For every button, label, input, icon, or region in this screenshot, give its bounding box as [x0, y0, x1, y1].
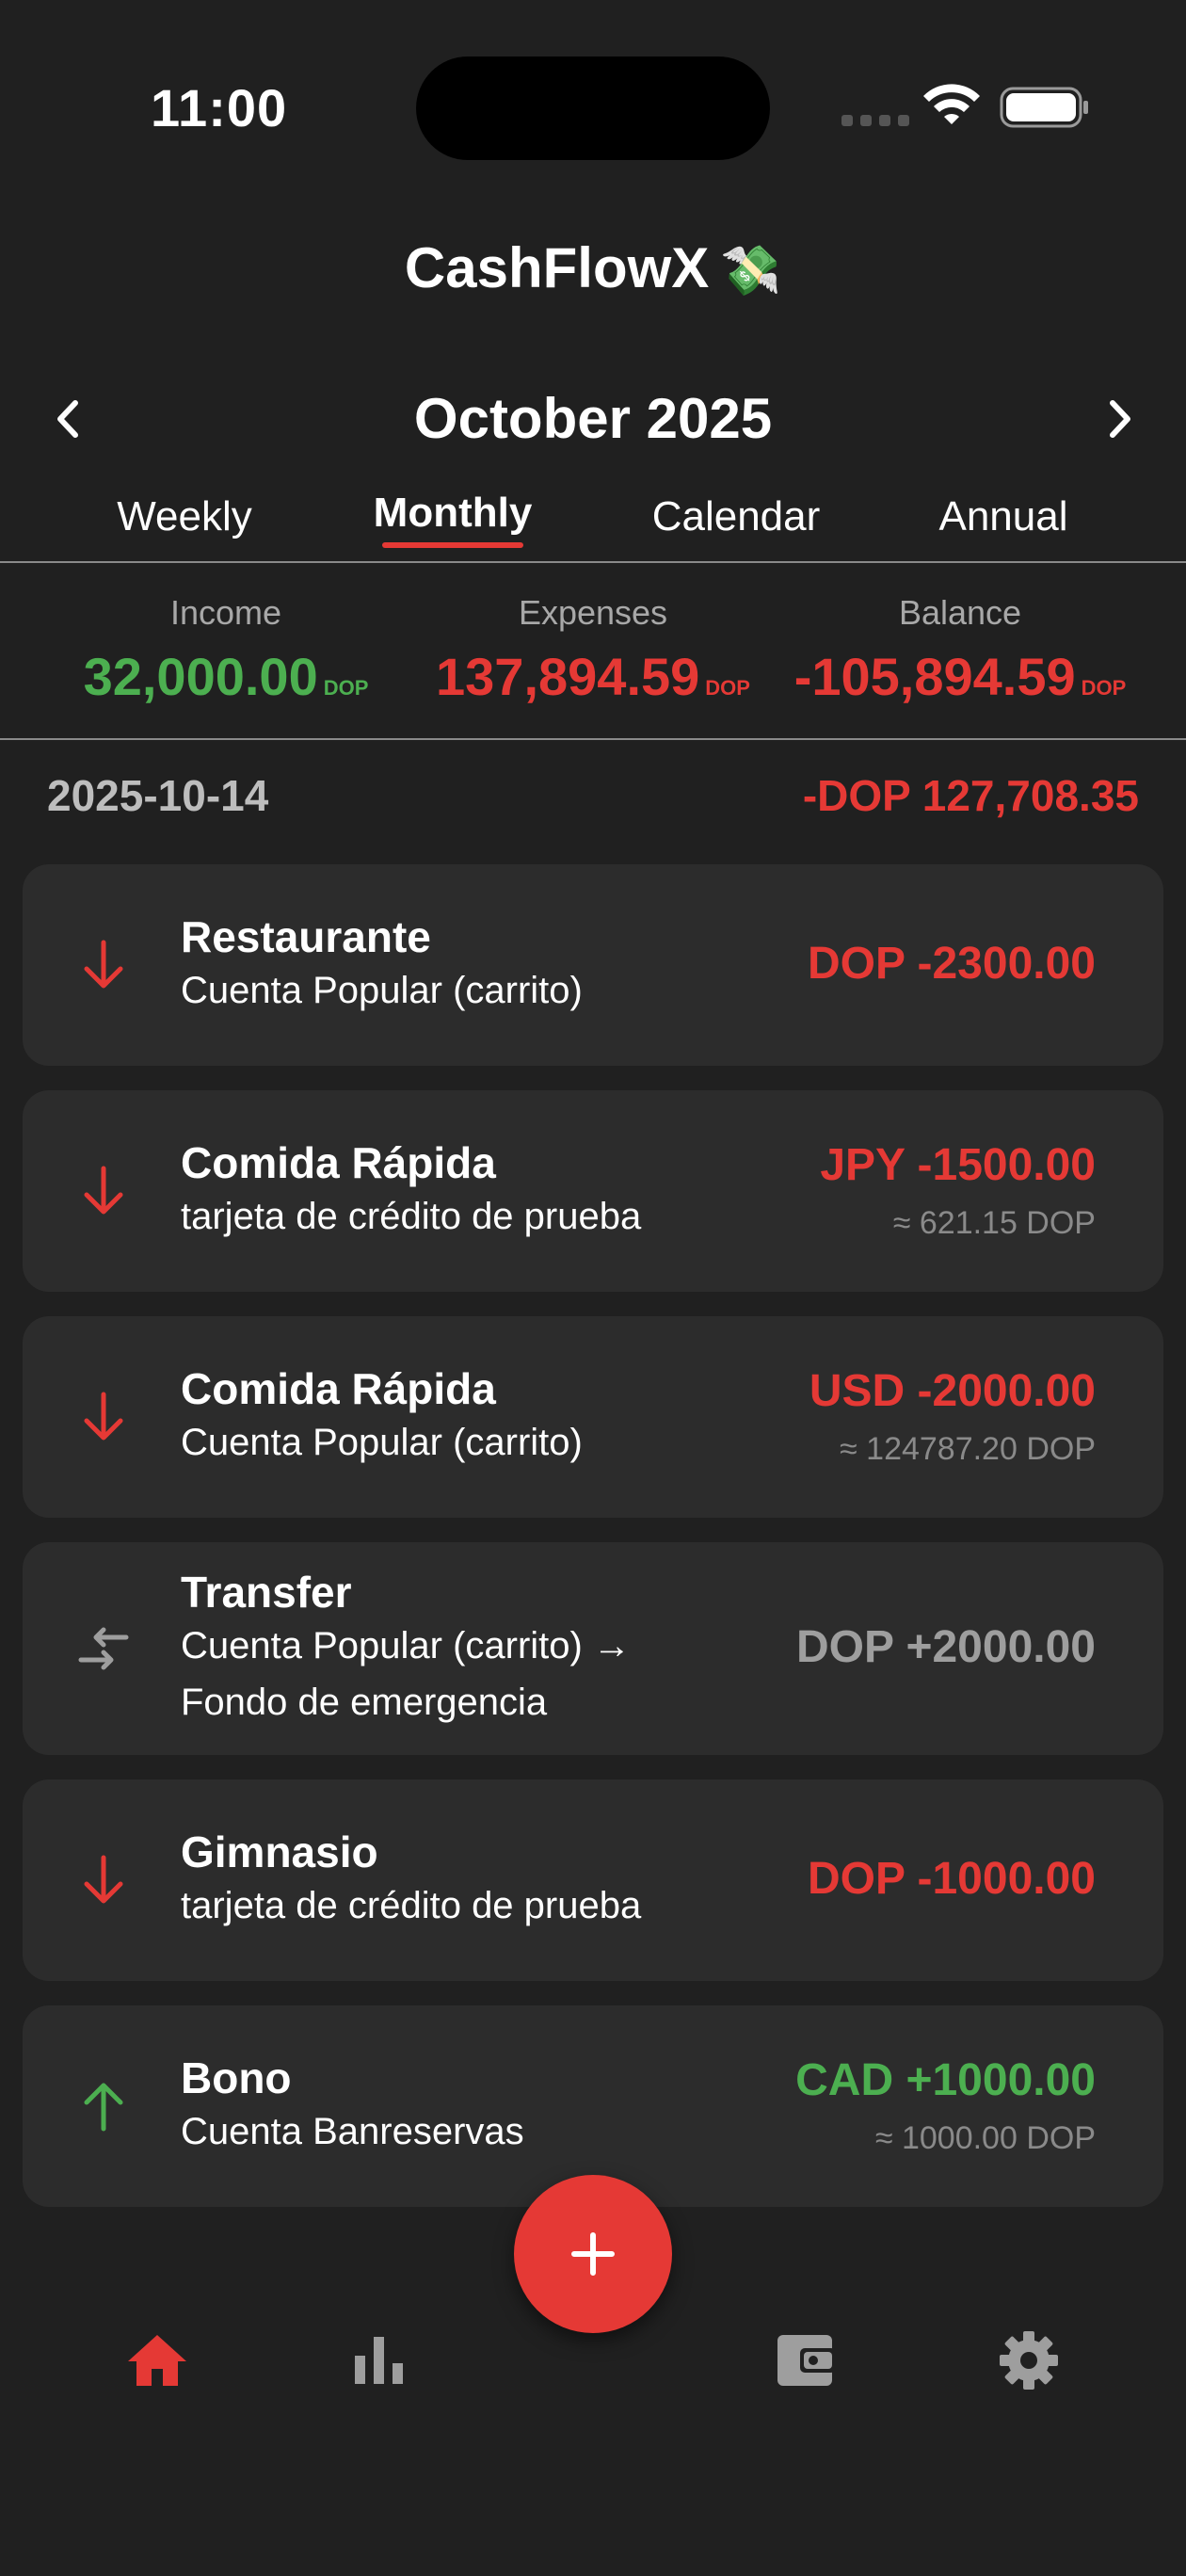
transaction-converted-amount: ≈ 1000.00 DOP — [874, 2120, 1096, 2156]
arrow-up-icon — [84, 2083, 123, 2132]
bar-chart-icon[interactable] — [346, 2327, 412, 2393]
balance-label: Balance — [898, 593, 1022, 632]
transfer-arrows-icon — [78, 1627, 129, 1670]
income-label: Income — [169, 593, 282, 632]
transaction-title: Restaurante — [181, 912, 431, 961]
transaction-source-account: Cuenta Popular (carrito) → — [181, 1625, 631, 1666]
transaction-destination-account: Fondo de emergencia — [181, 1682, 548, 1723]
summary-income: Income 32,000.00 DOP — [28, 593, 424, 707]
arrow-down-icon — [84, 1392, 123, 1441]
expenses-label: Expenses — [518, 593, 668, 632]
transaction-title: Comida Rápida — [181, 1364, 496, 1413]
transaction-account: tarjeta de crédito de prueba — [181, 1885, 642, 1926]
summary-balance: Balance -105,894.59 DOP — [762, 593, 1158, 707]
transaction-converted-amount: ≈ 124787.20 DOP — [840, 1431, 1096, 1467]
transaction-account: tarjeta de crédito de prueba — [181, 1196, 642, 1237]
income-currency: DOP — [323, 676, 369, 700]
balance-amount: -105,894.59 — [793, 647, 1076, 706]
transaction-card[interactable]: Restaurante Cuenta Popular (carrito) DOP… — [23, 864, 1163, 1066]
dynamic-island — [416, 56, 770, 160]
battery-icon — [1000, 87, 1088, 128]
chevron-right-icon[interactable] — [1101, 395, 1139, 443]
transaction-amount: USD -2000.00 — [809, 1366, 1096, 1416]
transaction-account: Cuenta Popular (carrito) — [181, 1422, 583, 1463]
status-time: 11:00 — [151, 78, 288, 137]
tab-weekly[interactable]: Weekly — [90, 493, 279, 540]
income-amount: 32,000.00 — [83, 647, 318, 706]
expenses-amount: 137,894.59 — [436, 647, 700, 706]
transaction-amount: DOP +2000.00 — [795, 1622, 1096, 1672]
month-navigator: October 2025 — [0, 377, 1186, 461]
chevron-left-icon[interactable] — [49, 395, 87, 443]
arrow-down-icon — [84, 1166, 123, 1215]
arrow-down-icon — [84, 940, 123, 989]
month-label: October 2025 — [413, 387, 773, 450]
expenses-currency: DOP — [705, 676, 750, 700]
balance-currency: DOP — [1081, 676, 1127, 700]
app-title-text: CashFlowX — [404, 236, 710, 299]
transaction-title: Transfer — [181, 1568, 352, 1617]
transaction-title: Comida Rápida — [181, 1138, 496, 1187]
period-tabs: Weekly Monthly Calendar Annual — [0, 480, 1186, 563]
transaction-title: Gimnasio — [181, 1827, 378, 1876]
tab-annual[interactable]: Annual — [909, 493, 1098, 540]
add-transaction-button[interactable] — [514, 2175, 672, 2333]
bottom-navigation — [0, 2326, 1186, 2420]
wifi-icon — [923, 84, 980, 124]
transaction-amount: DOP -1000.00 — [808, 1854, 1096, 1904]
expenses-value: 137,894.59 DOP — [395, 646, 791, 707]
summary-expenses: Expenses 137,894.59 DOP — [395, 593, 791, 707]
status-bar: 11:00 — [0, 0, 1186, 188]
transaction-card[interactable]: Transfer Cuenta Popular (carrito) → Fond… — [23, 1542, 1163, 1755]
plus-icon — [571, 2232, 615, 2276]
app-title: CashFlowX 💸 — [0, 235, 1186, 300]
transaction-account: Cuenta Banreservas — [181, 2111, 524, 2152]
tab-monthly[interactable]: Monthly — [359, 490, 547, 537]
day-header: 2025-10-14 -DOP 127,708.35 — [0, 763, 1186, 829]
transaction-converted-amount: ≈ 621.15 DOP — [892, 1205, 1096, 1241]
day-date: 2025-10-14 — [47, 771, 269, 820]
transaction-account: Cuenta Popular (carrito) — [181, 970, 583, 1011]
transaction-title: Bono — [181, 2053, 292, 2102]
income-value: 32,000.00 DOP — [28, 646, 424, 707]
balance-value: -105,894.59 DOP — [762, 646, 1158, 707]
tab-calendar[interactable]: Calendar — [633, 493, 840, 540]
transaction-amount: JPY -1500.00 — [820, 1140, 1096, 1190]
summary-bar: Income 32,000.00 DOP Expenses 137,894.59 D… — [0, 565, 1186, 740]
cellular-signal-icon — [841, 115, 909, 126]
active-tab-indicator — [382, 542, 523, 548]
transaction-card[interactable]: Comida Rápida tarjeta de crédito de prue… — [23, 1090, 1163, 1292]
home-icon[interactable] — [124, 2327, 190, 2393]
transaction-card[interactable]: Gimnasio tarjeta de crédito de prueba DO… — [23, 1779, 1163, 1981]
money-with-wings-icon: 💸 — [720, 244, 782, 298]
transaction-amount: DOP -2300.00 — [808, 939, 1096, 989]
transaction-card[interactable]: Comida Rápida Cuenta Popular (carrito) U… — [23, 1316, 1163, 1518]
wallet-icon[interactable] — [774, 2327, 840, 2393]
transaction-amount: CAD +1000.00 — [795, 2055, 1096, 2105]
arrow-down-icon — [84, 1855, 123, 1904]
day-total: -DOP 127,708.35 — [802, 771, 1139, 820]
gear-icon[interactable] — [996, 2327, 1062, 2393]
